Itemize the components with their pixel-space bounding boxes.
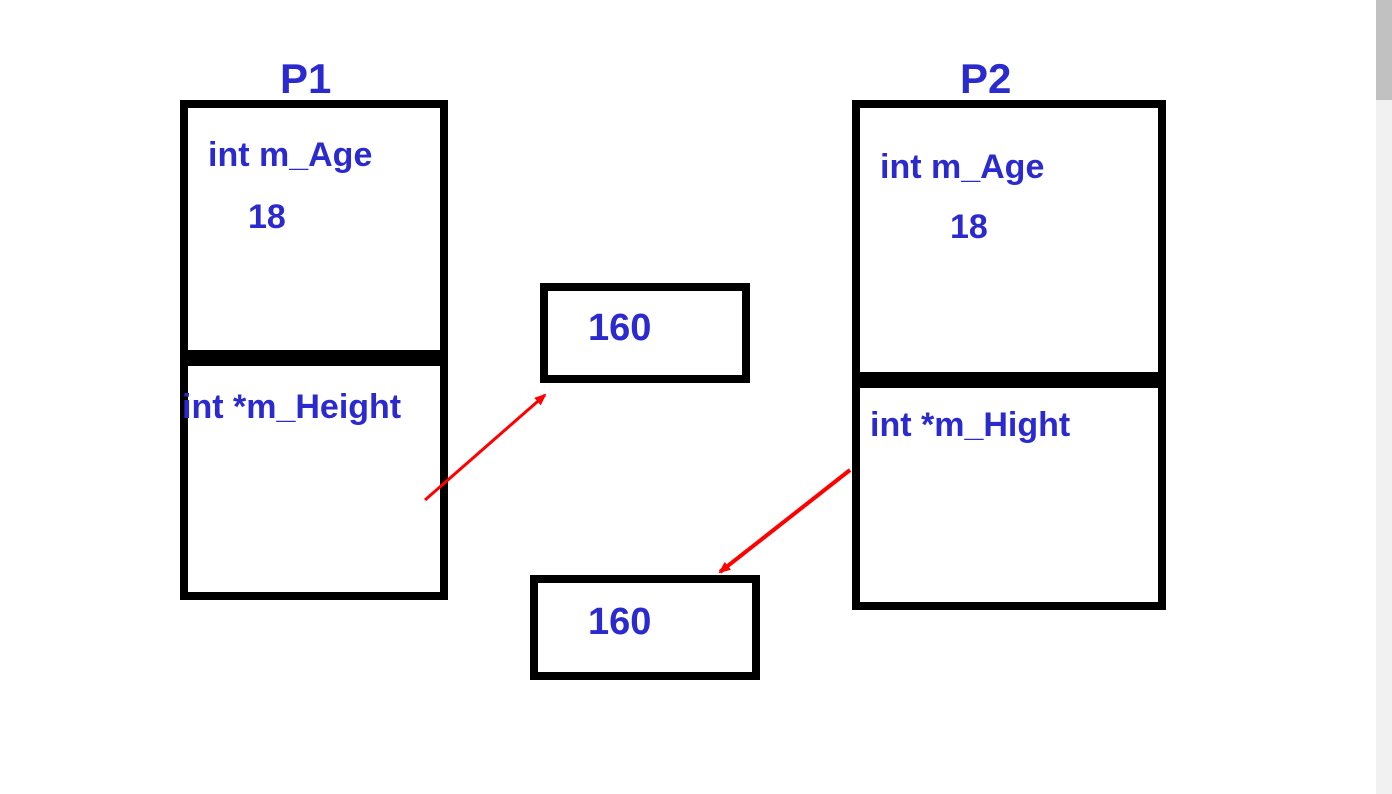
p1-age-value: 18 (248, 198, 286, 237)
p2-title: P2 (960, 55, 1011, 103)
heap-box-2: 160 (530, 575, 760, 680)
diagram-canvas: P1 int m_Age 18 int *m_Height P2 int m_A… (0, 0, 1376, 794)
heap-box-1: 160 (540, 283, 750, 383)
arrow-p2-to-heap2 (720, 470, 850, 572)
heap-value-1: 160 (588, 307, 651, 350)
scrollbar-thumb[interactable] (1376, 0, 1392, 100)
heap-value-2: 160 (588, 601, 651, 644)
p1-title: P1 (280, 55, 331, 103)
p1-cell-height: int *m_Height (180, 358, 448, 600)
p1-age-label: int m_Age (208, 136, 372, 175)
p2-cell-height: int *m_Hight (852, 380, 1166, 610)
p2-cell-age: int m_Age 18 (852, 100, 1166, 380)
p2-height-label: int *m_Hight (870, 406, 1070, 445)
p1-cell-age: int m_Age 18 (180, 100, 448, 358)
p2-age-label: int m_Age (880, 148, 1044, 187)
vertical-scrollbar[interactable] (1376, 0, 1392, 794)
p1-height-label: int *m_Height (182, 388, 401, 427)
p2-age-value: 18 (950, 208, 988, 247)
